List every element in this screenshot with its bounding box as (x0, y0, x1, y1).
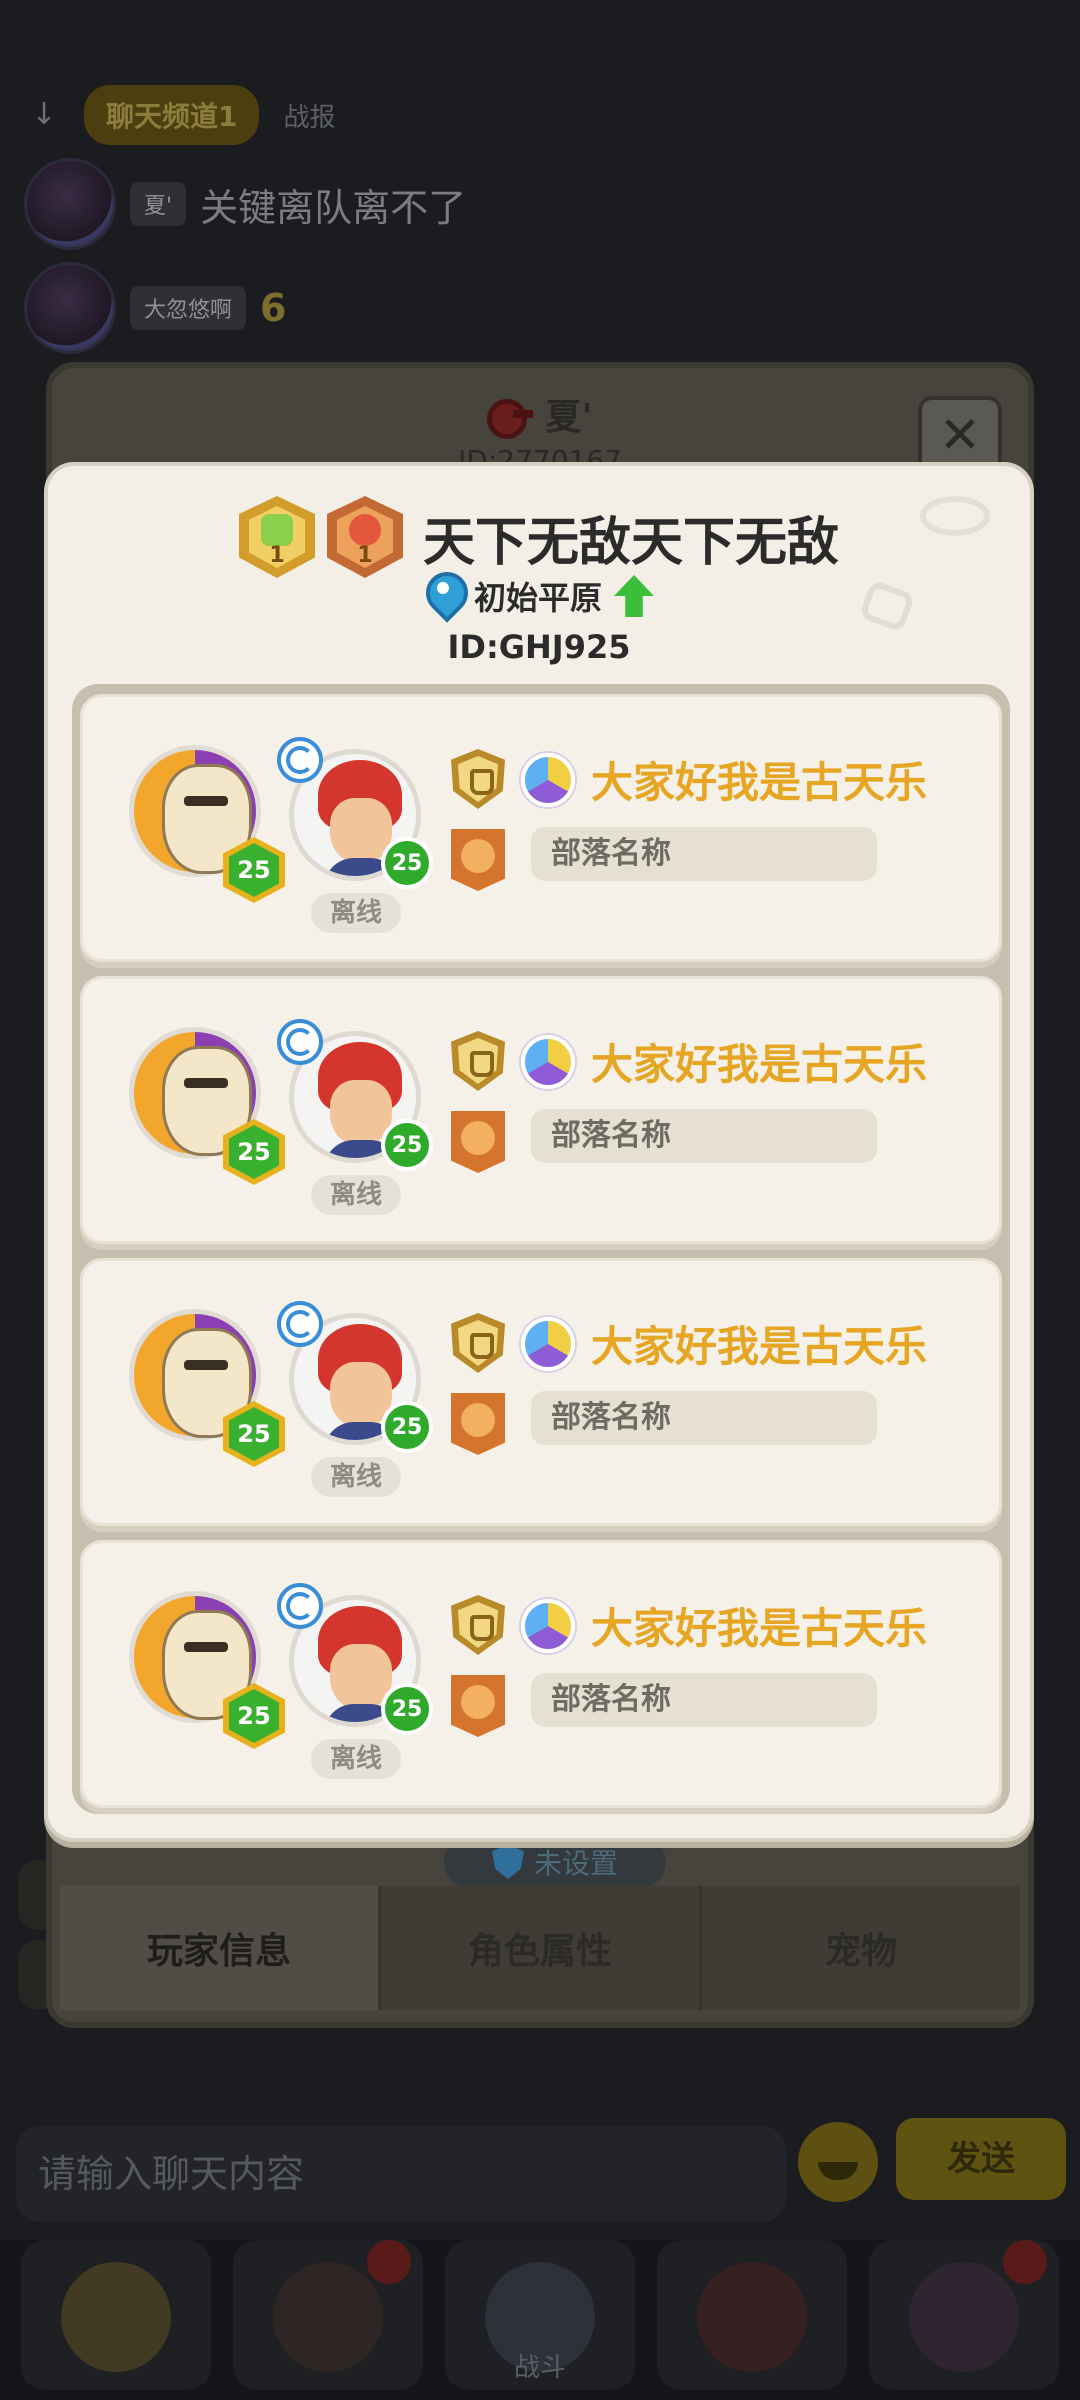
location-pin-icon (424, 572, 462, 620)
rank-badge-number: 1 (357, 543, 373, 568)
tribe-name-field: 部落名称 (531, 827, 877, 881)
rank-badge-icon: 1 (326, 496, 403, 578)
rank-shield-icon (451, 1031, 505, 1091)
status-badge: 离线 (311, 1457, 401, 1497)
nav-hero[interactable] (233, 2240, 423, 2390)
collapse-arrow-icon[interactable]: ↓ (28, 99, 60, 131)
refresh-icon (277, 737, 323, 783)
member-card[interactable]: 25 25 离线 大家好我是古天乐 部落名称 (80, 1540, 1002, 1808)
nav-battle[interactable]: 战斗 (445, 2240, 635, 2390)
title-badge-icon (521, 1035, 575, 1089)
notification-badge (1003, 2240, 1047, 2284)
pet-level: 25 (229, 843, 279, 897)
profile-name: 夏' (487, 388, 593, 440)
tribe-name-field: 部落名称 (531, 1673, 877, 1727)
bottom-nav: 战斗 (0, 2240, 1080, 2400)
player-name: 大家好我是古天乐 (591, 1604, 928, 1653)
tribe-name-field: 部落名称 (531, 1391, 877, 1445)
chat-message: 大忽悠啊 6 (24, 262, 286, 354)
tribe-banner-icon (451, 1111, 505, 1173)
hero-level-badge: 25 (381, 1401, 433, 1453)
nav-pet[interactable] (21, 2240, 211, 2390)
shield-icon (491, 1845, 524, 1879)
member-card[interactable]: 25 25 离线 大家好我是古天乐 部落名称 (80, 976, 1002, 1244)
nav-tribe[interactable] (869, 2240, 1059, 2390)
chat-message: 夏' 关键离队离不了 (24, 158, 466, 250)
hero-level-badge: 25 (381, 1683, 433, 1735)
title-badge-icon (521, 1599, 575, 1653)
rank-shield-icon (451, 1595, 505, 1655)
tab-character-attributes[interactable]: 角色属性 (381, 1886, 702, 2010)
team-title-row: 1 1 天下无敌天下无敌 (48, 496, 1030, 578)
key-icon (487, 397, 534, 439)
pet-level: 25 (229, 1407, 279, 1461)
clan-unset-label: 未设置 (533, 1847, 618, 1880)
rank-badge-icon: 1 (238, 496, 315, 578)
team-info-modal: 1 1 天下无敌天下无敌 初始平原 ID:GHJ925 25 25 离线 大家好… (44, 462, 1034, 1842)
chat-username: 大忽悠啊 (130, 286, 247, 330)
location-text: 初始平原 (473, 579, 602, 617)
refresh-icon (277, 1019, 323, 1065)
title-badge-icon (521, 753, 575, 807)
avatar[interactable] (24, 262, 116, 354)
location-row: 初始平原 (48, 572, 1030, 620)
rank-shield-icon (451, 1313, 505, 1373)
up-arrow-icon[interactable] (614, 575, 654, 617)
pet-icon (61, 2262, 171, 2372)
status-badge: 离线 (311, 1739, 401, 1779)
pet-level: 25 (229, 1125, 279, 1179)
hero-icon (273, 2262, 383, 2372)
pet-level: 25 (229, 1689, 279, 1743)
team-id: ID:GHJ925 (447, 628, 631, 666)
team-title: 天下无敌天下无敌 (422, 512, 839, 573)
refresh-icon (277, 1301, 323, 1347)
avatar[interactable] (24, 158, 116, 250)
chat-channel-tab[interactable]: 聊天频道1 (84, 85, 260, 145)
nav-dragon[interactable] (657, 2240, 847, 2390)
dragon-icon (697, 2262, 807, 2372)
member-card[interactable]: 25 25 离线 大家好我是古天乐 部落名称 (80, 1258, 1002, 1526)
player-name: 大家好我是古天乐 (591, 1322, 928, 1371)
tribe-banner-icon (451, 1675, 505, 1737)
status-badge: 离线 (311, 1175, 401, 1215)
tribe-banner-icon (451, 1393, 505, 1455)
title-badge-icon (521, 1317, 575, 1371)
profile-tabs: 玩家信息 角色属性 宠物 (60, 1886, 1020, 2010)
player-name: 大家好我是古天乐 (591, 1040, 928, 1089)
clan-unset-pill: 未设置 (444, 1836, 666, 1888)
hero-level-badge: 25 (381, 1119, 433, 1171)
hero-level-badge: 25 (381, 837, 433, 889)
battle-report-tab[interactable]: 战报 (283, 97, 335, 134)
chat-header: ↓ 聊天频道1 战报 (0, 80, 1080, 150)
nav-battle-label: 战斗 (513, 2353, 566, 2383)
send-button[interactable]: 发送 (896, 2118, 1066, 2200)
chat-text: 6 (260, 286, 287, 330)
emoji-button[interactable] (798, 2122, 878, 2202)
profile-name-text: 夏' (545, 397, 593, 438)
tribe-banner-icon (451, 829, 505, 891)
tab-player-info[interactable]: 玩家信息 (60, 1886, 381, 2010)
close-icon: ✕ (939, 406, 981, 464)
member-card[interactable]: 25 25 离线 大家好我是古天乐 部落名称 (80, 694, 1002, 962)
chat-text: 关键离队离不了 (200, 185, 467, 230)
status-badge: 离线 (311, 893, 401, 933)
tribe-icon (909, 2262, 1019, 2372)
rank-badge-number: 1 (269, 543, 285, 568)
chat-input[interactable]: 请输入聊天内容 (16, 2126, 786, 2222)
player-name: 大家好我是古天乐 (591, 758, 928, 807)
member-list[interactable]: 25 25 离线 大家好我是古天乐 部落名称 25 25 离线 大家好我是古天乐… (72, 684, 1010, 1814)
rank-shield-icon (451, 749, 505, 809)
notification-badge (367, 2240, 411, 2284)
tab-pets[interactable]: 宠物 (702, 1886, 1020, 2010)
tribe-name-field: 部落名称 (531, 1109, 877, 1163)
refresh-icon (277, 1583, 323, 1629)
chat-username: 夏' (130, 182, 187, 226)
